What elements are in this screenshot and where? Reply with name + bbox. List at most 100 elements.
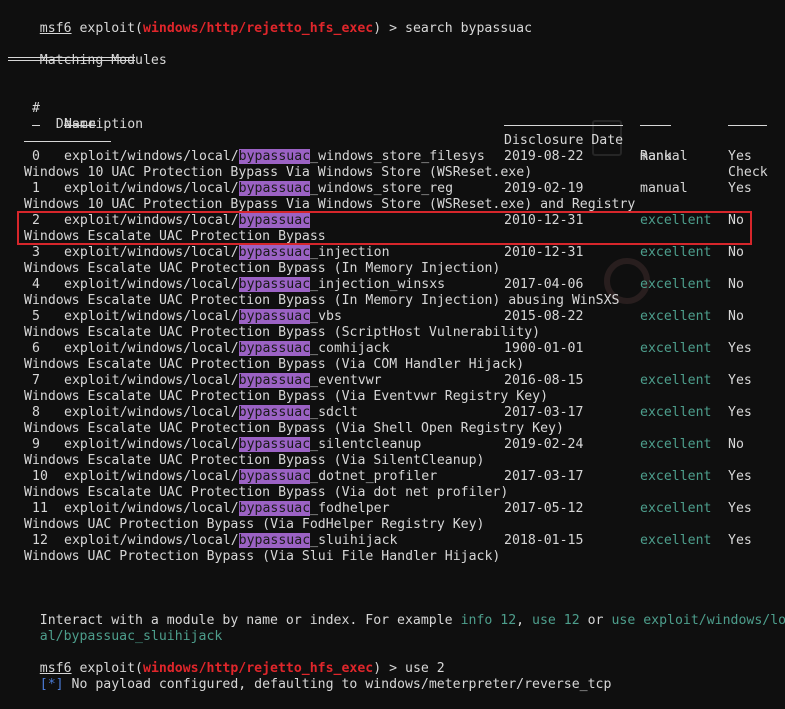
- module-row-description: Windows Escalate UAC Protection Bypass (…: [24, 293, 620, 308]
- row-date: 2019-02-24: [504, 437, 584, 452]
- module-row-description: Windows UAC Protection Bypass (Via FodHe…: [24, 517, 485, 532]
- row-module-name[interactable]: exploit/windows/local/bypassuac_sluihija…: [64, 533, 397, 549]
- search-term-highlight: bypassuac: [238, 277, 311, 292]
- status-marker: [*]: [39, 677, 64, 692]
- row-module-name[interactable]: exploit/windows/local/bypassuac_windows_…: [64, 149, 485, 165]
- col-check: Check: [728, 165, 768, 180]
- row-module-name[interactable]: exploit/windows/local/bypassuac_silentcl…: [64, 437, 421, 453]
- row-index: 1: [32, 181, 40, 196]
- row-date: 2019-08-22: [504, 149, 584, 164]
- row-module-name[interactable]: exploit/windows/local/bypassuac_vbs: [64, 309, 342, 325]
- module-row-description: Windows Escalate UAC Protection Bypass (…: [24, 325, 541, 340]
- row-check: Yes: [728, 501, 752, 516]
- interact-hint-line-1: Interact with a module by name or index.…: [8, 597, 785, 628]
- search-term-highlight: bypassuac: [238, 149, 311, 164]
- search-term-highlight: bypassuac: [238, 533, 311, 548]
- row-date: 2015-08-22: [504, 309, 584, 324]
- search-term-highlight: bypassuac: [238, 469, 311, 484]
- status-line: [*] No payload configured, defaulting to…: [8, 661, 612, 692]
- col-sep-check: [728, 125, 767, 126]
- col-sep-name: [64, 125, 96, 126]
- col-sep-date: [504, 125, 623, 126]
- info-example[interactable]: info 12: [461, 613, 517, 628]
- module-row-description: Windows Escalate UAC Protection Bypass (…: [24, 453, 485, 468]
- row-rank: excellent: [640, 373, 712, 388]
- prompt-module: windows/http/rejetto_hfs_exec: [143, 21, 374, 36]
- row-date: 1900-01-01: [504, 341, 584, 356]
- row-check: No: [728, 437, 744, 452]
- row-date: 2017-05-12: [504, 501, 584, 516]
- interact-hint-line-2: al/bypassuac_sluihijack: [8, 613, 223, 644]
- row-index: 3: [32, 245, 40, 260]
- row-date: 2017-03-17: [504, 469, 584, 484]
- row-check: Yes: [728, 373, 752, 388]
- search-term-highlight: bypassuac: [238, 373, 311, 388]
- col-sep-rank: [640, 125, 671, 126]
- row-date: 2017-03-17: [504, 405, 584, 420]
- row-check: No: [728, 277, 744, 292]
- row-module-name[interactable]: exploit/windows/local/bypassuac_fodhelpe…: [64, 501, 390, 517]
- row-rank: excellent: [640, 405, 712, 420]
- row-index: 5: [32, 309, 40, 324]
- col-sep-desc: [24, 141, 111, 142]
- row-check: Yes: [728, 341, 752, 356]
- row-rank: excellent: [640, 501, 712, 516]
- row-check: Yes: [728, 405, 752, 420]
- command-text: search bypassuac: [405, 21, 533, 36]
- row-check: Yes: [728, 181, 752, 196]
- module-row-description: Windows Escalate UAC Protection Bypass (…: [24, 485, 509, 500]
- row-index: 6: [32, 341, 40, 356]
- module-row-description: Windows Escalate UAC Protection Bypass (…: [24, 261, 501, 276]
- search-term-highlight: bypassuac: [238, 309, 311, 324]
- row-index: 4: [32, 277, 40, 292]
- row-index: 11: [32, 501, 48, 516]
- row-date: 2017-04-06: [504, 277, 584, 292]
- row-index: 8: [32, 405, 40, 420]
- row-date: 2010-12-31: [504, 245, 584, 260]
- row-module-name[interactable]: exploit/windows/local/bypassuac_windows_…: [64, 181, 453, 197]
- heading-underline: [8, 57, 135, 58]
- row-index: 0: [32, 149, 40, 164]
- search-term-highlight: bypassuac: [238, 181, 311, 196]
- row-check: Yes: [728, 469, 752, 484]
- search-term-highlight: bypassuac: [238, 501, 311, 516]
- row-module-name[interactable]: exploit/windows/local/bypassuac_eventvwr: [64, 373, 382, 389]
- terminal-window[interactable]: msf6 exploit(windows/http/rejetto_hfs_ex…: [0, 0, 785, 692]
- module-row-description: Windows UAC Protection Bypass (Via Slui …: [24, 549, 501, 564]
- search-term-highlight: bypassuac: [238, 245, 311, 260]
- row-rank: excellent: [640, 437, 712, 452]
- row-rank: excellent: [640, 341, 712, 356]
- module-row-description: Windows Escalate UAC Protection Bypass (…: [24, 389, 549, 404]
- row-index: 10: [32, 469, 48, 484]
- row-date: 2019-02-19: [504, 181, 584, 196]
- prompt-line-2: msf6 exploit(windows/http/rejetto_hfs_ex…: [39, 661, 445, 676]
- use-path-example-cont[interactable]: al/bypassuac_sluihijack: [40, 629, 223, 644]
- row-rank: excellent: [640, 533, 712, 548]
- status-text: No payload configured, defaulting to win…: [63, 677, 612, 692]
- module-row-description: Windows Escalate UAC Protection Bypass (…: [24, 421, 564, 436]
- column-headers: # Name Disclosure Date Rank Check: [0, 85, 768, 180]
- row-module-name[interactable]: exploit/windows/local/bypassuac_injectio…: [64, 245, 390, 261]
- prompt-prefix: msf6: [39, 21, 72, 36]
- search-term-highlight: bypassuac: [238, 437, 311, 452]
- prompt-line-1: msf6 exploit(windows/http/rejetto_hfs_ex…: [39, 21, 533, 36]
- row-module-name[interactable]: exploit/windows/local/bypassuac_dotnet_p…: [64, 469, 437, 485]
- col-sep-num: [32, 125, 40, 126]
- row-rank: excellent: [640, 245, 712, 260]
- row-check: Yes: [728, 533, 752, 548]
- column-header-description: Description: [55, 117, 144, 132]
- row-module-name[interactable]: exploit/windows/local/bypassuac_sdclt: [64, 405, 358, 421]
- row-date: 2016-08-15: [504, 373, 584, 388]
- use-path-example[interactable]: use exploit/windows/loc: [611, 613, 785, 628]
- row-module-name[interactable]: exploit/windows/local/bypassuac_comhijac…: [64, 341, 390, 357]
- row-rank: manual: [640, 149, 688, 164]
- module-row-description: Windows 10 UAC Protection Bypass Via Win…: [24, 165, 533, 180]
- search-term-highlight: bypassuac: [238, 341, 311, 356]
- matching-modules-heading: Matching Modules: [39, 53, 167, 68]
- row-module-name[interactable]: exploit/windows/local/bypassuac_injectio…: [64, 277, 445, 293]
- row-rank: excellent: [640, 469, 712, 484]
- col-date: Disclosure Date: [504, 133, 624, 148]
- use-example[interactable]: use 12: [532, 613, 580, 628]
- row-rank: excellent: [640, 309, 712, 324]
- heading-underline: [8, 60, 135, 61]
